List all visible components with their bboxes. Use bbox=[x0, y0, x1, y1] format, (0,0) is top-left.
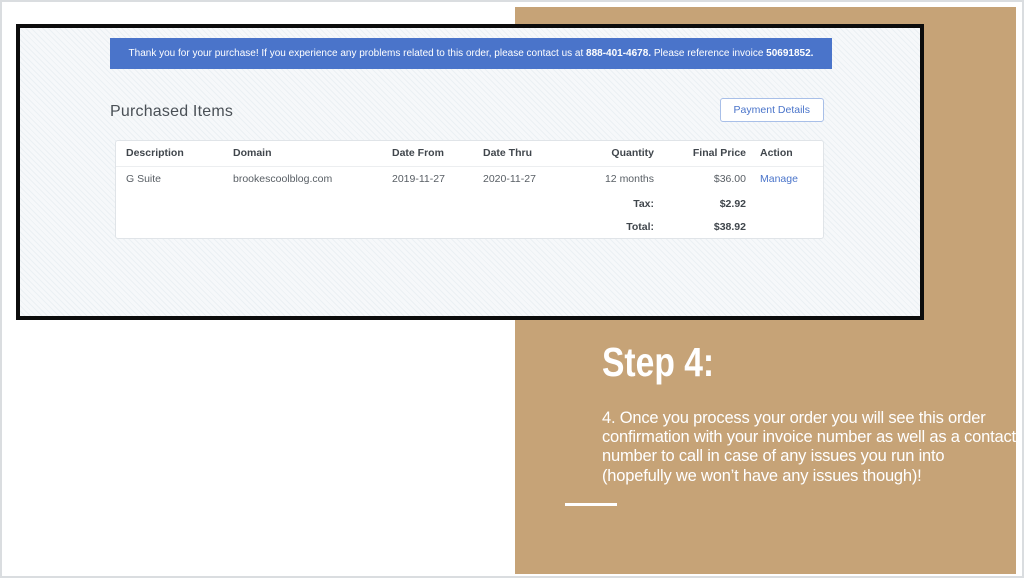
total-row: Total: $38.92 bbox=[116, 215, 823, 238]
page-title: Purchased Items bbox=[110, 103, 233, 121]
total-label: Total: bbox=[564, 215, 661, 238]
payment-details-button[interactable]: Payment Details bbox=[720, 98, 824, 122]
manage-link[interactable]: Manage bbox=[760, 173, 798, 185]
col-header-date-from: Date From bbox=[382, 141, 473, 166]
purchase-confirmation-banner: Thank you for your purchase! If you expe… bbox=[110, 38, 832, 69]
table-header-row: Description Domain Date From Date Thru Q… bbox=[116, 141, 823, 166]
order-confirmation-screenshot: Thank you for your purchase! If you expe… bbox=[16, 24, 924, 320]
purchased-items-header: Purchased Items Payment Details bbox=[110, 94, 824, 124]
col-header-domain: Domain bbox=[223, 141, 382, 166]
col-header-description: Description bbox=[116, 141, 223, 166]
cell-date-thru: 2020-11-27 bbox=[473, 166, 564, 192]
tax-row: Tax: $2.92 bbox=[116, 192, 823, 215]
purchased-items-card: Description Domain Date From Date Thru Q… bbox=[115, 140, 824, 239]
cell-domain: brookescoolblog.com bbox=[223, 166, 382, 192]
tax-label: Tax: bbox=[564, 192, 661, 215]
cell-quantity: 12 months bbox=[564, 166, 661, 192]
slide-canvas: Thank you for your purchase! If you expe… bbox=[0, 0, 1024, 578]
cell-date-from: 2019-11-27 bbox=[382, 166, 473, 192]
tax-value: $2.92 bbox=[661, 192, 753, 215]
banner-phone-number: 888-401-4678. bbox=[586, 48, 651, 59]
step-divider-line bbox=[565, 503, 617, 506]
banner-text: Thank you for your purchase! If you expe… bbox=[129, 48, 586, 59]
col-header-action: Action bbox=[753, 141, 823, 166]
banner-text-2: Please reference invoice bbox=[651, 48, 766, 59]
banner-invoice-number: 50691852. bbox=[766, 48, 813, 59]
cell-description: G Suite bbox=[116, 166, 223, 192]
table-row: G Suite brookescoolblog.com 2019-11-27 2… bbox=[116, 166, 823, 192]
cell-action: Manage bbox=[753, 166, 823, 192]
col-header-date-thru: Date Thru bbox=[473, 141, 564, 166]
purchased-items-table: Description Domain Date From Date Thru Q… bbox=[116, 141, 823, 238]
step-description: 4. Once you process your order you will … bbox=[602, 409, 1018, 486]
step-heading: Step 4: bbox=[602, 340, 714, 385]
col-header-final-price: Final Price bbox=[661, 141, 753, 166]
col-header-quantity: Quantity bbox=[564, 141, 661, 166]
cell-final-price: $36.00 bbox=[661, 166, 753, 192]
total-value: $38.92 bbox=[661, 215, 753, 238]
